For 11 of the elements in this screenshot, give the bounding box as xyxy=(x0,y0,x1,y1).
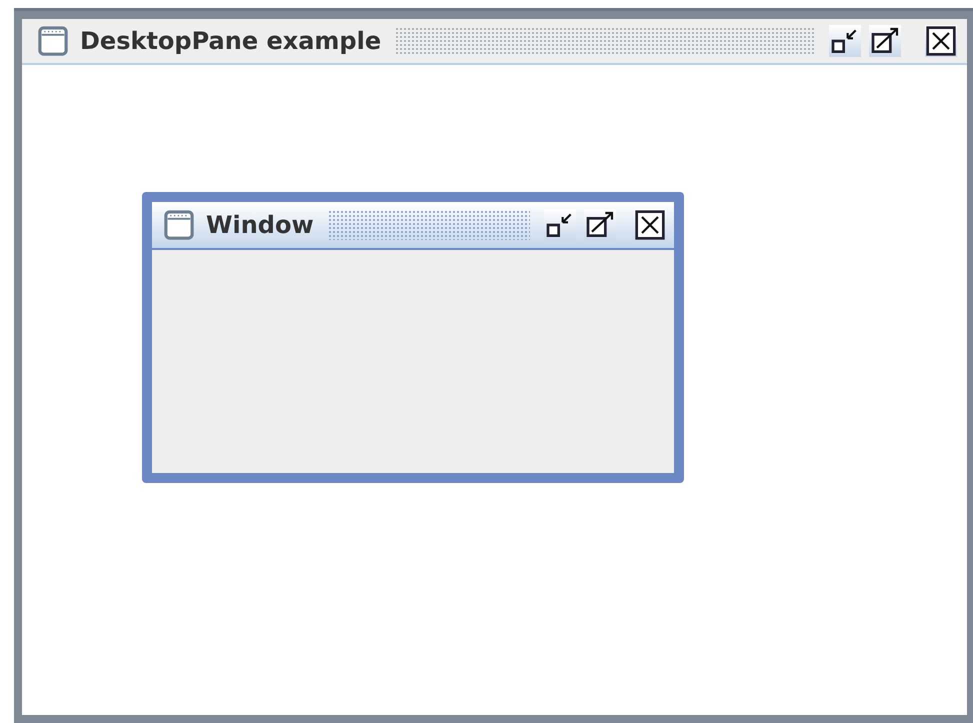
minimize-button[interactable] xyxy=(544,209,576,241)
maximize-button[interactable] xyxy=(869,25,901,57)
window-title: DesktopPane example xyxy=(80,27,382,55)
window-icon xyxy=(38,26,68,56)
window-icon xyxy=(164,210,194,240)
window-title: Window xyxy=(206,211,314,239)
close-button[interactable] xyxy=(634,209,666,241)
minimize-button[interactable] xyxy=(829,25,861,57)
close-button[interactable] xyxy=(925,25,957,57)
maximize-button[interactable] xyxy=(584,209,616,241)
internal-window[interactable]: Window xyxy=(142,192,684,483)
